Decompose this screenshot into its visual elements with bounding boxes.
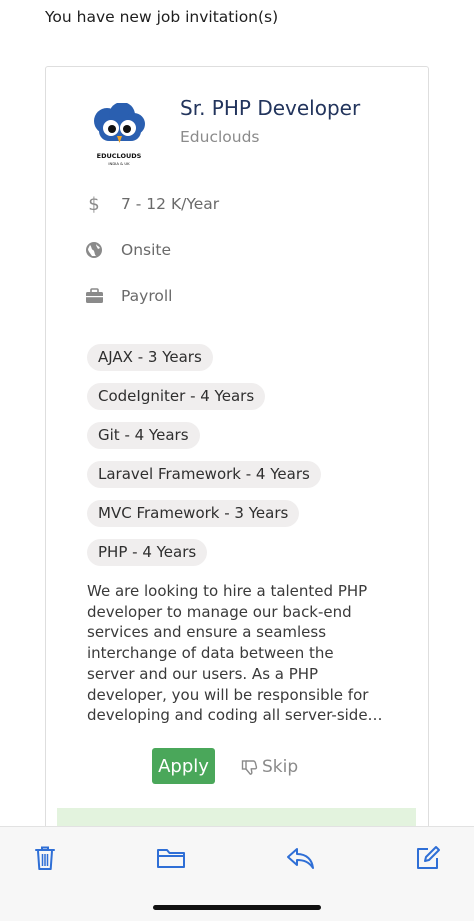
salary-text: 7 - 12 K/Year [121,195,220,213]
folder-icon[interactable] [154,841,188,875]
skill-chip: PHP - 4 Years [87,539,208,566]
description-line: developer, you will be responsible for [87,685,369,704]
description-line: developer to manage our back-end [87,602,352,621]
company-name: Educlouds [180,128,260,146]
skill-chip: AJAX - 3 Years [87,344,213,371]
salary-row: $ 7 - 12 K/Year [84,192,219,216]
skill-chip: Git - 4 Years [87,422,200,449]
compose-icon[interactable] [411,841,445,875]
description-line: developing and coding all server-side… [87,706,383,725]
employment-row: Payroll [84,284,172,308]
apply-button[interactable]: Apply [152,748,215,784]
logo-text: EDUCLOUDS [97,152,142,160]
location-row: Onsite [84,238,171,262]
skill-chip: MVC Framework - 3 Years [87,500,300,527]
description-line: services and ensure a seamless [87,623,327,642]
location-text: Onsite [121,241,172,259]
company-logo: EDUCLOUDS INDIA & UK [89,102,149,173]
skill-chip: CodeIgniter - 4 Years [87,383,266,410]
description-line: interchange of data between the [87,644,334,663]
description-line: We are looking to hire a talented PHP [87,582,368,600]
reply-icon[interactable] [283,841,317,875]
dollar-icon: $ [88,193,100,215]
skill-chip: Laravel Framework - 4 Years [87,461,321,488]
job-title[interactable]: Sr. PHP Developer [180,96,360,120]
home-indicator [153,905,321,910]
briefcase-icon [84,286,104,306]
description-line: server and our users. As a PHP [87,664,319,683]
globe-icon [84,240,104,260]
thumbs-down-icon [241,759,258,775]
employment-text: Payroll [121,287,173,305]
next-card-preview [57,808,416,826]
page-heading: You have new job invitation(s) [45,8,279,26]
job-card[interactable]: EDUCLOUDS INDIA & UK Sr. PHP Developer E… [45,66,429,848]
skip-button[interactable]: Skip [241,755,298,779]
logo-subtext: INDIA & UK [108,161,130,166]
skip-label: Skip [262,757,299,777]
trash-icon[interactable] [28,841,62,875]
job-description: We are looking to hire a talented PHP de… [87,581,387,726]
